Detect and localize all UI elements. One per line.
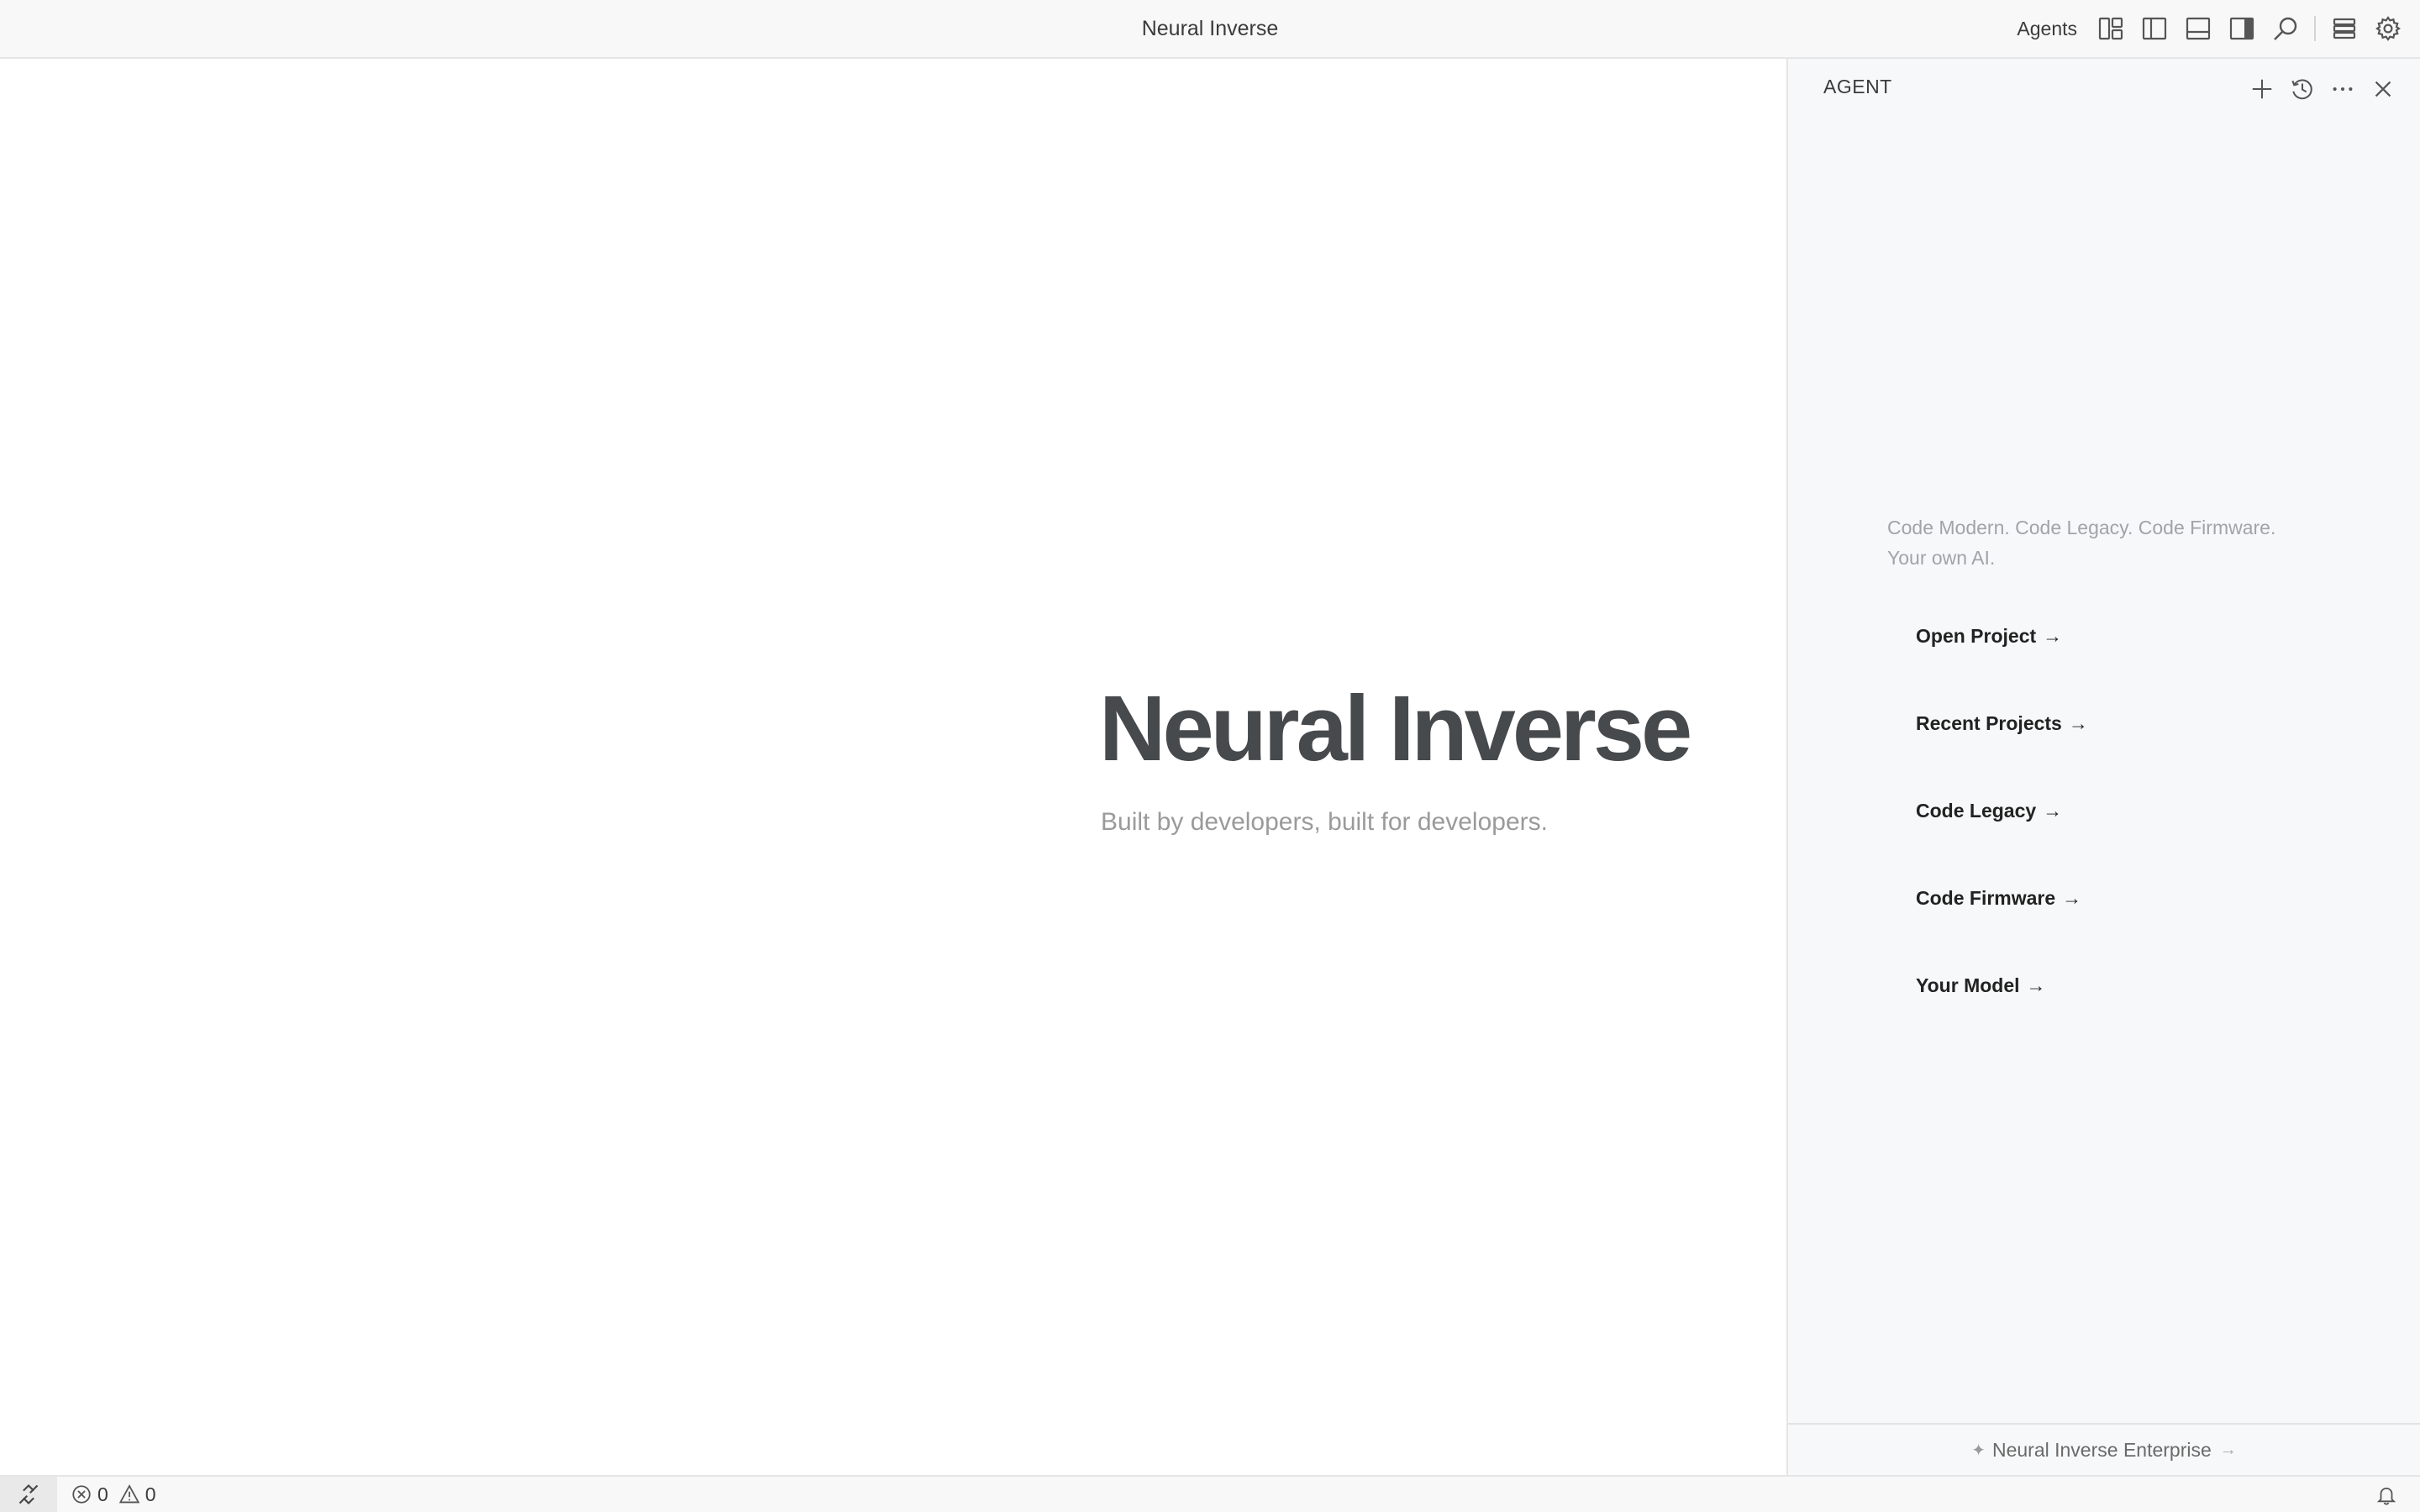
hero-subtitle: Built by developers, built for developer… [1101, 808, 1548, 836]
recent-projects-link[interactable]: Recent Projects → [1916, 712, 2088, 800]
tagline-line-1: Code Modern. Code Legacy. Code Firmware. [1887, 517, 2276, 538]
link-label: Your Model [1916, 974, 2020, 996]
code-firmware-link[interactable]: Code Firmware → [1916, 887, 2088, 974]
search-icon[interactable] [2264, 7, 2307, 50]
status-bar: 0 0 [0, 1475, 2420, 1512]
warning-icon [118, 1484, 140, 1504]
agent-panel-header: AGENT [1788, 59, 2420, 118]
new-chat-icon[interactable] [2242, 71, 2282, 108]
remote-icon [18, 1484, 39, 1504]
arrow-right-icon: → [2062, 887, 2082, 909]
problems-indicator[interactable]: 0 0 [71, 1483, 166, 1506]
agent-panel-title: AGENT [1823, 76, 1892, 97]
close-icon[interactable] [2363, 71, 2403, 108]
agent-tagline: Code Modern. Code Legacy. Code Firmware.… [1887, 512, 2358, 573]
enterprise-link[interactable]: ✦ Neural Inverse Enterprise → [1971, 1439, 2237, 1462]
agent-panel-actions [2242, 71, 2403, 108]
sparkle-icon: ✦ [1971, 1441, 1986, 1460]
history-icon[interactable] [2282, 71, 2323, 108]
toggle-secondary-sidebar-icon[interactable] [2220, 7, 2264, 50]
agent-panel-footer: ✦ Neural Inverse Enterprise → [1788, 1423, 2420, 1475]
warning-count: 0 [145, 1483, 156, 1505]
arrow-right-icon: → [2026, 974, 2046, 996]
your-model-link[interactable]: Your Model → [1916, 974, 2088, 1062]
title-bar-actions: Agents [2017, 0, 2410, 57]
remote-indicator-button[interactable] [0, 1477, 57, 1512]
code-legacy-link[interactable]: Code Legacy → [1916, 800, 2088, 887]
notifications-bell-icon[interactable] [2373, 1482, 2400, 1509]
customize-layout-icon[interactable] [2089, 7, 2133, 50]
error-count: 0 [97, 1483, 108, 1505]
agents-button[interactable]: Agents [2017, 18, 2077, 40]
editor-area: Neural Inverse Built by developers, buil… [0, 59, 1786, 1475]
quick-links: Open Project → Recent Projects → Code Lega… [1916, 625, 2088, 1062]
link-label: Open Project [1916, 625, 2037, 647]
title-bar: Neural Inverse Agents [0, 0, 2420, 59]
toggle-panel-icon[interactable] [2176, 7, 2220, 50]
link-label: Code Firmware [1916, 887, 2056, 909]
enterprise-label: Neural Inverse Enterprise [1991, 1438, 2212, 1461]
hero-title: Neural Inverse [1099, 677, 1692, 780]
open-project-link[interactable]: Open Project → [1916, 625, 2088, 712]
toggle-primary-sidebar-icon[interactable] [2133, 7, 2176, 50]
more-icon[interactable] [2323, 71, 2363, 108]
arrow-right-icon: → [2219, 1440, 2237, 1459]
arrow-right-icon: → [2043, 625, 2063, 647]
arrow-right-icon: → [2043, 800, 2063, 822]
link-label: Code Legacy [1916, 800, 2037, 822]
link-label: Recent Projects [1916, 712, 2062, 734]
title-bar-separator [2314, 16, 2316, 41]
settings-gear-icon[interactable] [2366, 7, 2410, 50]
accounts-icon[interactable] [2323, 7, 2366, 50]
error-icon [72, 1485, 91, 1504]
tagline-line-2: Your own AI. [1887, 547, 1996, 569]
agent-panel: AGENT Code Modern. Code Legacy. Code Fir… [1786, 59, 2420, 1475]
arrow-right-icon: → [2068, 712, 2088, 734]
